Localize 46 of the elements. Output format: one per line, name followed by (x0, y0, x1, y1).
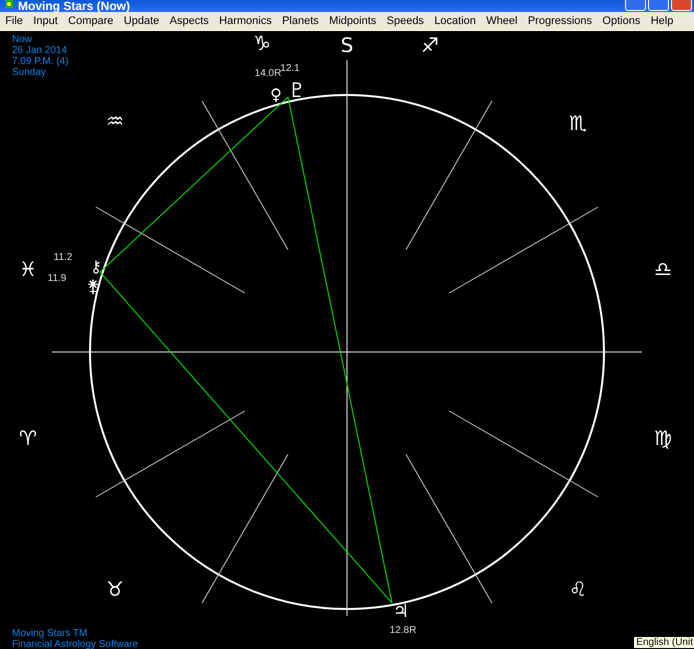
position-reading: 14.0R (254, 68, 282, 79)
menu-item[interactable]: Midpoints (324, 15, 382, 27)
chart-info-text: Now (12, 34, 34, 45)
chart-info-text: Sunday (12, 67, 47, 78)
menu-item[interactable]: Harmonics (214, 15, 277, 27)
menu-item[interactable]: Planets (276, 15, 324, 27)
menu-item[interactable]: Input (28, 15, 63, 27)
footer-text: Financial Astrology Software (12, 639, 138, 649)
maximize-button[interactable] (648, 0, 669, 11)
minimize-button[interactable] (625, 0, 646, 11)
footer-text: Moving Stars TM (12, 628, 88, 639)
zodiac-sign: ♉ (106, 577, 124, 601)
language-tooltip: English (Unit (633, 636, 694, 649)
menu-item[interactable]: Update (118, 15, 164, 27)
position-reading: 12.1 (280, 63, 300, 74)
zodiac-sign: ♑ (253, 31, 271, 55)
menu-item[interactable]: Options (597, 15, 646, 27)
app-icon (3, 0, 15, 10)
planet-glyph: ♃ (392, 601, 410, 622)
menu-item[interactable]: Wheel (481, 15, 523, 27)
planet-glyph: ♀ (270, 85, 282, 104)
zodiac-sign: ♈ (19, 426, 37, 450)
menu-item[interactable]: Compare (62, 15, 119, 27)
zodiac-sign: ♒ (106, 109, 124, 133)
planet-glyph: ♇ (288, 78, 306, 102)
menu-item[interactable]: Speeds (381, 15, 430, 27)
zodiac-sign: ♎ (654, 257, 672, 281)
chart-info-text: 26 Jan 2014 (12, 45, 68, 56)
planet-glyph: ⚵ (86, 277, 100, 297)
chart-info-text: 7.09 P.M. (4) (12, 56, 69, 67)
zodiac-sign: ♓ (19, 257, 37, 281)
menu-item[interactable]: Location (429, 15, 482, 27)
position-reading: 11.9 (48, 273, 66, 284)
close-button[interactable] (671, 0, 692, 11)
menu-item[interactable]: Aspects (164, 15, 214, 27)
position-reading: 12.8R (390, 625, 416, 636)
menu-item[interactable]: File (0, 15, 28, 27)
zodiac-sign: ♍ (654, 426, 672, 450)
zodiac-sign: ♏ (569, 111, 587, 135)
zodiac-sign: ♌ (569, 577, 587, 601)
zodiac-sign: ♐ (421, 33, 439, 57)
south-label: S (340, 33, 354, 57)
menu-item[interactable]: Progressions (522, 15, 598, 27)
planet-glyph: ⚷ (90, 257, 102, 276)
menu-item[interactable]: Help (646, 15, 679, 27)
position-reading: 11.2 (54, 252, 72, 263)
